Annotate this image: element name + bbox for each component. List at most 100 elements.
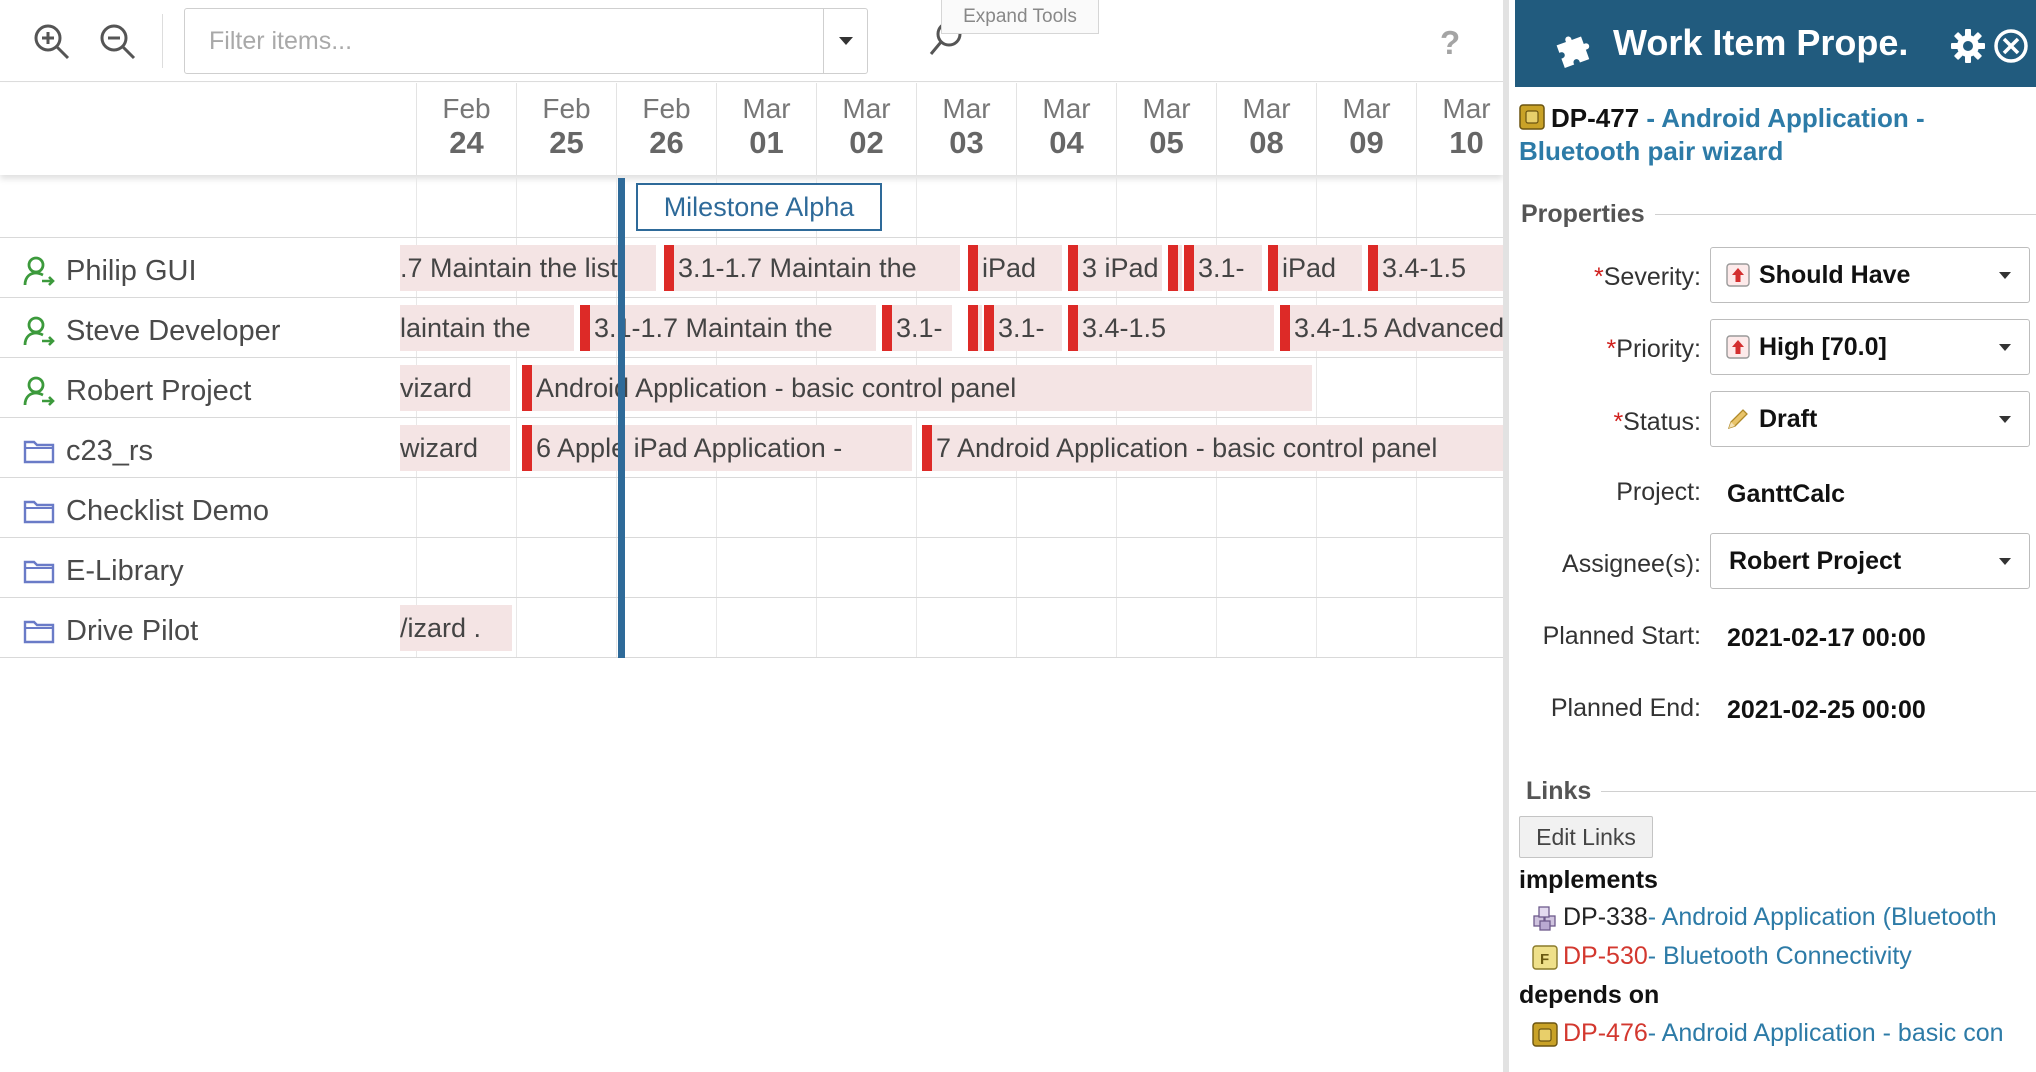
close-icon[interactable]	[1991, 26, 2031, 66]
task-bar[interactable]: 3.4-1.5 Advanced	[1280, 305, 1503, 351]
project-value: GanttCalc	[1727, 480, 1846, 508]
user-icon	[23, 316, 55, 346]
task-bar[interactable]	[1168, 245, 1182, 291]
zoom-in-icon[interactable]	[30, 20, 74, 64]
date-column: Feb 26	[616, 83, 716, 175]
row-label-text: Drive Pilot	[66, 614, 199, 647]
row-label-text: Steve Developer	[66, 314, 281, 347]
chevron-down-icon	[1999, 272, 2011, 279]
task-bar[interactable]: 7 Android Application - basic control pa…	[922, 425, 1503, 471]
assignees-label: Assignee(s):	[1562, 550, 1701, 578]
row-label-text: E-Library	[66, 554, 184, 587]
task-marker	[1184, 245, 1194, 291]
priority-high-icon	[1726, 335, 1750, 359]
work-item-title: DP-477 - Android Application - Bluetooth…	[1519, 102, 2034, 168]
properties-section-header: Properties	[1521, 200, 2036, 229]
chevron-down-icon	[838, 37, 853, 45]
chevron-down-icon	[1999, 558, 2011, 565]
date-column: Mar 04	[1016, 83, 1116, 175]
task-bar[interactable]: 6 Apple iPad Application -	[522, 425, 912, 471]
help-icon[interactable]: ?	[1440, 24, 1460, 62]
priority-label: *Priority:	[1606, 335, 1701, 363]
timeline-header: Feb 24 Feb 25 Feb 26 Mar 01 Mar 02 Mar 03 Mar 0…	[0, 83, 1503, 175]
task-bar[interactable]: Android Application - basic control pane…	[522, 365, 1312, 411]
row-divider	[0, 237, 1503, 238]
expand-tools-tooltip: Expand Tools	[941, 0, 1099, 34]
gear-icon[interactable]	[1948, 26, 1988, 66]
planned-end-label: Planned End:	[1550, 694, 1701, 722]
puzzle-icon	[1556, 36, 1590, 68]
link-key: DP-338	[1563, 903, 1648, 931]
panel-header: Work Item Prope.	[1515, 0, 2036, 87]
link-title[interactable]: - Bluetooth Connectivity	[1648, 942, 1912, 971]
date-column: Feb 25	[516, 83, 616, 175]
row-label-text: Philip GUI	[66, 254, 197, 287]
row-label-text: Robert Project	[66, 374, 252, 407]
gantt-row-steve-developer[interactable]: Steve Developer	[0, 301, 400, 361]
task-marker	[1168, 245, 1178, 291]
date-column: Mar 01	[716, 83, 816, 175]
link-title[interactable]: - Android Application (Bluetooth	[1648, 903, 1997, 932]
gantt-row-c23-rs[interactable]: c23_rs	[0, 421, 400, 481]
task-bar[interactable]: iPad	[1268, 245, 1362, 291]
task-bar[interactable]: iPad	[968, 245, 1062, 291]
task-marker	[1280, 305, 1290, 351]
task-marker	[984, 305, 994, 351]
task-bar[interactable]: 3.1-	[882, 305, 952, 351]
task-bar[interactable]: 3.4-1.5	[1368, 245, 1503, 291]
gantt-row-philip-gui[interactable]: Philip GUI	[0, 241, 400, 301]
edit-links-button[interactable]: Edit Links	[1519, 816, 1653, 858]
task-bar[interactable]: 3.1-	[984, 305, 1062, 351]
date-column: Mar 10	[1416, 83, 1503, 175]
links-section-header: Links	[1526, 777, 2036, 806]
date-column: Mar 05	[1116, 83, 1216, 175]
folder-icon	[23, 440, 55, 464]
task-bar[interactable]: 3.1-1.7 Maintain the	[664, 245, 960, 291]
task-marker	[922, 425, 932, 471]
gantt-row-checklist-demo[interactable]: Checklist Demo	[0, 481, 400, 541]
status-select[interactable]: Draft	[1710, 391, 2030, 447]
gantt-row-drive-pilot[interactable]: Drive Pilot	[0, 601, 400, 661]
task-bar[interactable]	[968, 305, 982, 351]
milestone-alpha[interactable]: Milestone Alpha	[636, 183, 882, 231]
task-bar[interactable]: vizard	[400, 365, 510, 411]
folder-icon	[23, 500, 55, 524]
filter-dropdown-button[interactable]	[823, 9, 867, 73]
filter-combobox[interactable]	[184, 8, 868, 74]
gantt-row-e-library[interactable]: E-Library	[0, 541, 400, 601]
user-icon	[23, 376, 55, 406]
link-title[interactable]: - Android Application - basic con	[1648, 1019, 2004, 1048]
task-bar[interactable]: 3.1-	[1184, 245, 1262, 291]
task-bar[interactable]: laintain the	[400, 305, 574, 351]
date-column: Feb 24	[416, 83, 516, 175]
implements-label: implements	[1519, 866, 1658, 894]
severity-label: *Severity:	[1594, 263, 1701, 291]
gantt-view: Expand Tools ? Feb24 Feb25 Feb26 Mar01 M…	[0, 0, 1503, 1072]
task-bar[interactable]: 3.4-1.5	[1068, 305, 1274, 351]
zoom-out-icon[interactable]	[96, 20, 140, 64]
task-bar[interactable]: wizard	[400, 425, 510, 471]
priority-select[interactable]: High [70.0]	[1710, 319, 2030, 375]
gantt-row-robert-project[interactable]: Robert Project	[0, 361, 400, 421]
depends-on-label: depends on	[1519, 981, 1660, 1009]
task-marker	[580, 305, 590, 351]
link-row[interactable]: DP-476 - Android Application - basic con	[1531, 1019, 2004, 1048]
task-bar[interactable]: 3 iPad	[1068, 245, 1162, 291]
severity-select[interactable]: Should Have	[1710, 247, 2030, 303]
link-row[interactable]: DP-338 - Android Application (Bluetooth	[1531, 903, 1997, 932]
assignees-select[interactable]: Robert Project	[1710, 533, 2030, 589]
link-key: DP-530	[1563, 942, 1648, 970]
folder-icon	[23, 560, 55, 584]
task-bar[interactable]: /izard .	[400, 605, 512, 651]
date-column: Mar 09	[1316, 83, 1416, 175]
milestone-line	[618, 178, 625, 658]
link-key: DP-476	[1563, 1019, 1648, 1047]
workitem-icon	[1519, 104, 1545, 130]
date-column: Mar 08	[1216, 83, 1316, 175]
task-marker	[1268, 245, 1278, 291]
link-row[interactable]: F DP-530 - Bluetooth Connectivity	[1531, 942, 1912, 971]
filter-input[interactable]	[185, 9, 859, 73]
task-marker	[968, 305, 978, 351]
svg-text:F: F	[1540, 951, 1549, 968]
date-column: Mar 02	[816, 83, 916, 175]
